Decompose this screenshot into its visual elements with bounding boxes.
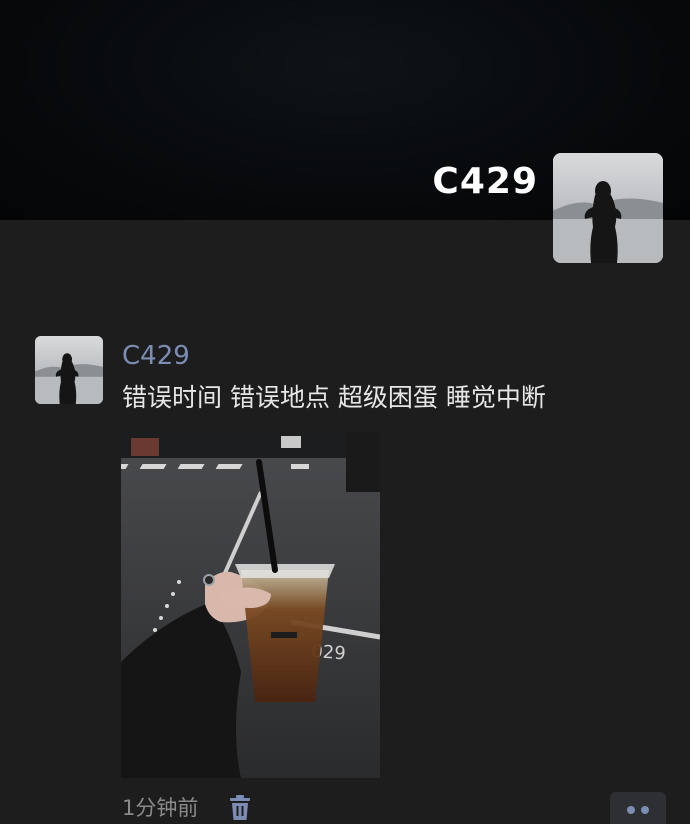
iced-coffee-photo: 029: [121, 432, 380, 778]
more-dots-icon[interactable]: [610, 792, 666, 824]
dot: [627, 806, 635, 814]
profile-avatar[interactable]: [553, 153, 663, 263]
silhouette-avatar-icon: [35, 336, 103, 404]
dot: [641, 806, 649, 814]
post-timestamp: 1分钟前: [122, 796, 199, 820]
trash-icon[interactable]: [228, 795, 252, 821]
post-author-name[interactable]: C429: [122, 338, 190, 374]
post-avatar[interactable]: [35, 336, 103, 404]
trash-icon-glyph: [230, 795, 250, 820]
silhouette-avatar-icon: [553, 153, 663, 263]
moments-screen: C429 C429 错误时间 错误地点 超级困蛋 睡觉中断 029 1分钟前: [0, 0, 690, 824]
profile-name: C429: [432, 161, 538, 202]
post-photo[interactable]: 029: [121, 432, 380, 778]
post-text: 错误时间 错误地点 超级困蛋 睡觉中断: [122, 383, 546, 412]
